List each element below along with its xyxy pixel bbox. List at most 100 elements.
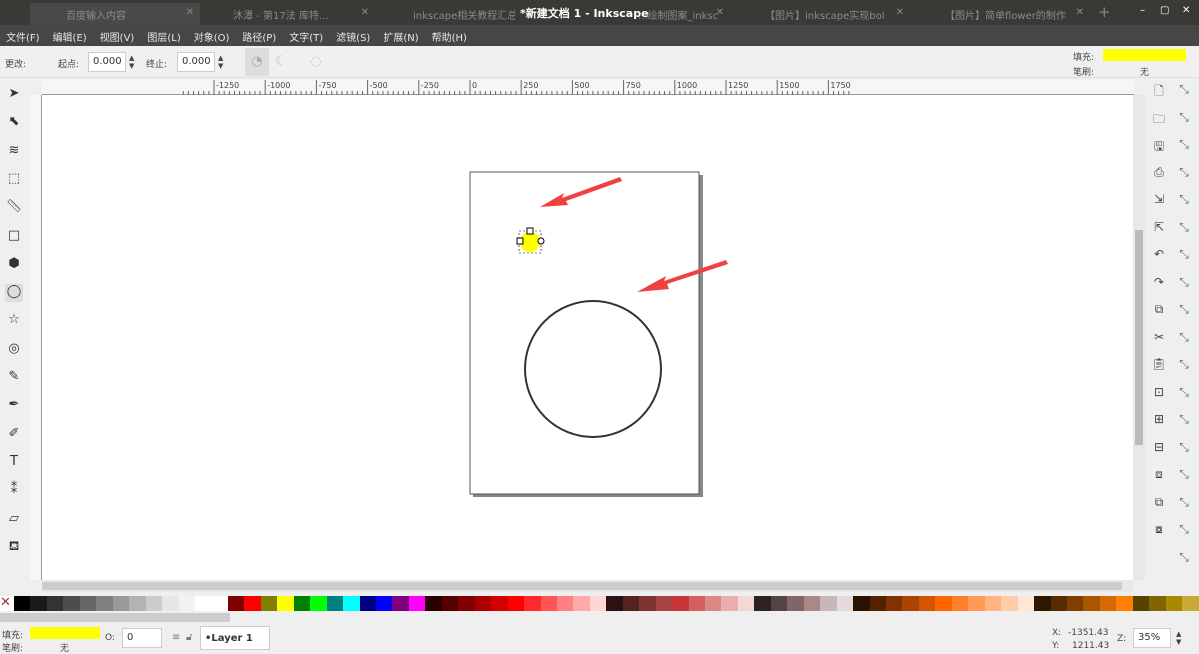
close-window-button[interactable]: ✕ — [1182, 5, 1190, 16]
color-swatch[interactable] — [721, 596, 738, 611]
snap-toggle-icon[interactable]: ⤡ — [1175, 330, 1193, 348]
scroll-thumb[interactable] — [1135, 230, 1143, 445]
color-swatch[interactable] — [836, 596, 854, 611]
color-swatch[interactable] — [491, 596, 508, 611]
color-swatch[interactable] — [787, 596, 804, 611]
bucket-tool-icon[interactable]: ⛾ — [5, 539, 23, 557]
snap-toggle-icon[interactable]: ⤡ — [1175, 82, 1193, 100]
close-icon[interactable]: ✕ — [1076, 7, 1084, 18]
color-swatch[interactable] — [556, 596, 574, 611]
export-icon[interactable]: ⇱ — [1150, 220, 1168, 238]
color-swatch[interactable] — [902, 596, 919, 611]
import-icon[interactable]: ⇲ — [1150, 192, 1168, 210]
print-icon[interactable]: ⎙ — [1150, 165, 1168, 183]
vertical-scrollbar[interactable] — [1133, 95, 1145, 580]
color-swatch[interactable] — [672, 596, 689, 611]
opacity-input[interactable]: 0 — [122, 628, 162, 648]
browser-tab[interactable]: inkscape相关教程汇总_ — [385, 3, 515, 25]
color-swatch[interactable] — [1017, 596, 1035, 611]
duplicate-icon[interactable]: ⧈ — [1150, 467, 1168, 485]
color-swatch[interactable] — [1034, 596, 1051, 611]
save-icon[interactable]: 🖫︎ — [1150, 137, 1168, 155]
color-swatch[interactable] — [326, 596, 344, 611]
snap-toggle-icon[interactable]: ⤡ — [1175, 165, 1193, 183]
color-swatch[interactable] — [622, 596, 640, 611]
paste-icon[interactable]: 📋︎ — [1150, 357, 1168, 375]
color-swatch[interactable] — [918, 596, 936, 611]
eraser-tool-icon[interactable]: ▱ — [5, 511, 23, 529]
tweak-tool-icon[interactable]: ≋ — [5, 143, 23, 161]
snap-toggle-icon[interactable]: ⤡ — [1175, 247, 1193, 265]
start-angle-input[interactable]: 0.000 — [88, 52, 126, 72]
color-swatch[interactable] — [375, 596, 393, 611]
snap-toggle-icon[interactable]: ⤡ — [1175, 192, 1193, 210]
color-swatch[interactable] — [639, 596, 656, 611]
layers-icon[interactable]: ≡ — [172, 632, 180, 643]
unlink-clone-icon[interactable]: ⧇ — [1150, 522, 1168, 540]
menu-view[interactable]: 视图(V) — [100, 25, 143, 46]
menu-file[interactable]: 文件(F) — [6, 25, 48, 46]
color-swatch[interactable] — [1149, 596, 1166, 611]
color-swatch[interactable] — [507, 596, 525, 611]
color-swatch[interactable] — [359, 596, 376, 611]
snap-toggle-icon[interactable]: ⤡ — [1175, 412, 1193, 430]
ellipse-tool-icon[interactable]: ◯ — [5, 284, 23, 303]
horizontal-ruler[interactable]: -1250 -1000 -750 -500 -250 0 250 500 750 1000 1250… — [42, 80, 1134, 95]
color-swatch[interactable] — [392, 596, 409, 611]
snap-toggle-icon[interactable]: ⤡ — [1175, 357, 1193, 375]
zoom-drawing-icon[interactable]: ⊞ — [1150, 412, 1168, 430]
snap-toggle-icon[interactable]: ⤡ — [1175, 137, 1193, 155]
snap-toggle-icon[interactable]: ⤡ — [1175, 522, 1193, 540]
close-icon[interactable]: ✕ — [361, 7, 369, 18]
close-icon[interactable]: ✕ — [896, 7, 904, 18]
selector-tool-icon[interactable]: ➤ — [5, 86, 23, 104]
color-swatch[interactable] — [343, 596, 360, 611]
star-tool-icon[interactable]: ☆ — [5, 312, 23, 330]
color-swatch[interactable] — [145, 596, 163, 611]
color-swatch[interactable] — [655, 596, 673, 611]
menu-layer[interactable]: 图层(L) — [147, 25, 188, 46]
menu-filters[interactable]: 滤镜(S) — [336, 25, 378, 46]
spiral-tool-icon[interactable]: ◎ — [5, 341, 23, 359]
color-swatch[interactable] — [935, 596, 952, 611]
color-swatch[interactable] — [1132, 596, 1150, 611]
undo-icon[interactable]: ↶ — [1150, 247, 1168, 265]
make-whole-button[interactable]: ◌ — [310, 54, 321, 69]
color-swatch[interactable] — [408, 596, 426, 611]
color-swatch[interactable] — [260, 596, 278, 611]
browser-tab[interactable]: 百度输入内容 ✕ — [30, 3, 200, 25]
browser-tab[interactable]: 沐潭 - 第17法 库特... ✕ — [205, 3, 375, 25]
lock-icon[interactable]: 🔓︎ — [186, 632, 192, 643]
open-icon[interactable]: 🗀︎ — [1150, 110, 1168, 128]
new-tab-button[interactable]: + — [1098, 3, 1111, 21]
zoom-stepper[interactable]: ▲ ▼ — [1176, 630, 1181, 646]
color-swatch[interactable] — [293, 596, 311, 611]
zoom-tool-icon[interactable]: ⬚ — [5, 171, 23, 189]
snap-toggle-icon[interactable]: ⤡ — [1175, 385, 1193, 403]
menu-path[interactable]: 路径(P) — [242, 25, 284, 46]
color-swatch[interactable] — [589, 596, 607, 611]
snap-toggle-icon[interactable]: ⤡ — [1175, 495, 1193, 513]
color-swatch[interactable] — [524, 596, 541, 611]
color-swatch[interactable] — [1050, 596, 1067, 611]
color-swatch[interactable] — [820, 596, 837, 611]
browser-tab[interactable]: 【图片】简单flower的制作 ✕ — [915, 3, 1090, 25]
color-swatch[interactable] — [211, 596, 228, 611]
color-swatch[interactable] — [1182, 596, 1199, 611]
close-icon[interactable]: ✕ — [186, 7, 194, 18]
color-swatch[interactable] — [14, 596, 31, 611]
color-swatch[interactable] — [968, 596, 985, 611]
text-tool-icon[interactable]: T — [5, 454, 23, 472]
zoom-page-icon[interactable]: ⊟ — [1150, 440, 1168, 458]
color-swatch[interactable] — [474, 596, 492, 611]
snap-toggle-icon[interactable]: ⤡ — [1175, 275, 1193, 293]
scroll-thumb[interactable] — [42, 582, 1122, 590]
minimize-button[interactable]: – — [1140, 5, 1145, 16]
color-swatch[interactable] — [425, 596, 442, 611]
3dbox-tool-icon[interactable]: ⬢ — [5, 256, 23, 274]
fill-swatch[interactable] — [1103, 49, 1186, 61]
menu-edit[interactable]: 编辑(E) — [53, 25, 95, 46]
menu-object[interactable]: 对象(O) — [194, 25, 238, 46]
maximize-button[interactable]: ▢ — [1160, 5, 1169, 16]
color-swatch[interactable] — [754, 596, 771, 611]
